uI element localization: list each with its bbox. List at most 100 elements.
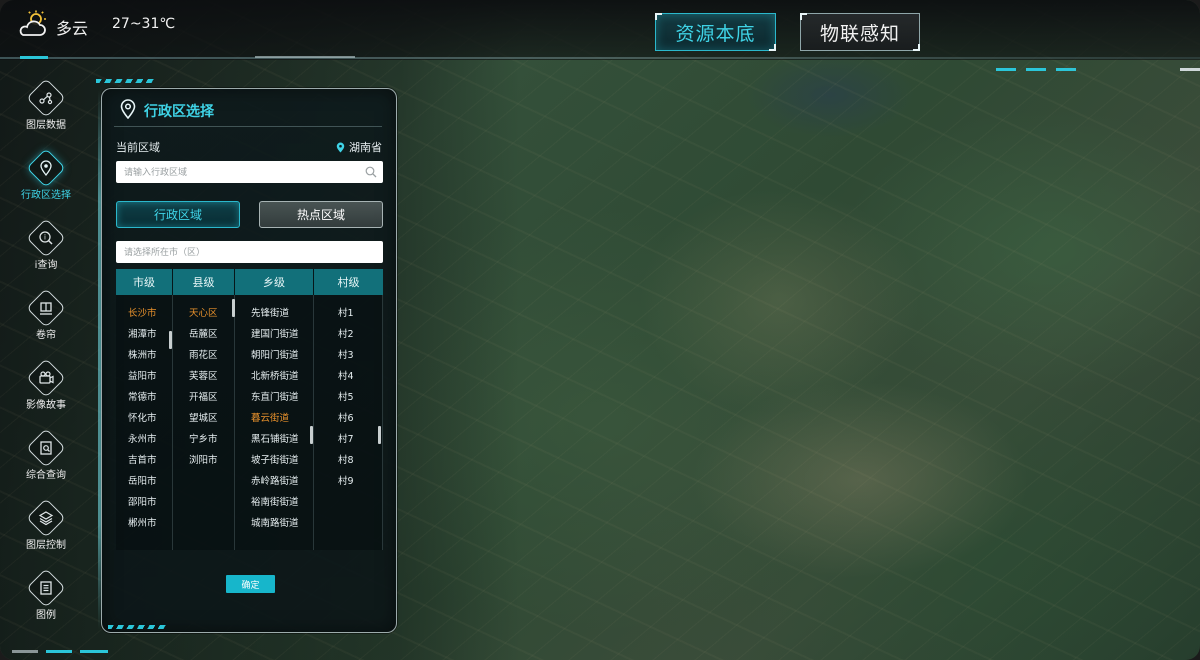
county-cell[interactable]: 宁乡市 <box>189 431 218 445</box>
town-cell[interactable]: 建国门街道 <box>251 326 299 340</box>
confirm-button[interactable]: 确定 <box>226 575 275 593</box>
village-column: 村1 村2 村3 村4 村5 村6 村7 村8 村9 <box>314 295 383 550</box>
tab-resource-base[interactable]: 资源本底 <box>655 13 776 51</box>
village-cell[interactable]: 村5 <box>338 389 354 403</box>
accent-strip <box>1180 68 1200 71</box>
town-cell[interactable]: 暮云街道 <box>251 410 289 424</box>
search-icon[interactable] <box>365 166 377 178</box>
sidebar-item-label: 影像故事 <box>26 400 66 411</box>
legend-icon <box>26 568 66 608</box>
accent-strip <box>12 650 38 653</box>
admin-region-button[interactable]: 行政区域 <box>116 201 240 228</box>
search-input[interactable]: 请输入行政区域 <box>116 161 383 183</box>
town-cell[interactable]: 赤岭路街道 <box>251 473 299 487</box>
town-cell[interactable]: 黑石铺街道 <box>251 431 299 445</box>
sidebar-item-image-story[interactable]: 影像故事 <box>0 354 92 418</box>
city-cell[interactable]: 怀化市 <box>128 410 157 424</box>
town-cell[interactable]: 裕南街街道 <box>251 494 299 508</box>
current-area: 湖南省 <box>336 139 382 155</box>
swipe-icon <box>26 288 66 328</box>
temperature-text: 27~31℃ <box>112 16 176 32</box>
sidebar-item-label: 综合查询 <box>26 470 66 481</box>
accent-strip <box>1056 68 1076 71</box>
village-cell[interactable]: 村4 <box>338 368 354 382</box>
city-scrollbar[interactable] <box>169 331 172 349</box>
panel-decoration <box>96 79 156 83</box>
layers-icon <box>26 498 66 538</box>
city-cell[interactable]: 常德市 <box>128 389 157 403</box>
city-select-input[interactable]: 请选择所在市（区） <box>116 241 383 263</box>
county-column: 天心区岳麓区雨花区芙蓉区开福区望城区宁乡市浏阳市 <box>173 295 235 550</box>
weather-text: 多云 <box>56 19 89 38</box>
sidebar-item-combined-query[interactable]: 综合查询 <box>0 424 92 488</box>
county-cell[interactable]: 雨花区 <box>189 347 218 361</box>
town-cell[interactable]: 先锋街道 <box>251 305 289 319</box>
accent-strip <box>80 650 108 653</box>
sidebar-item-label: 图层控制 <box>26 540 66 551</box>
city-cell[interactable]: 株洲市 <box>128 347 157 361</box>
hotspot-region-button[interactable]: 热点区域 <box>259 201 383 228</box>
title-divider <box>114 126 382 127</box>
accent-strip <box>255 56 355 58</box>
county-cell[interactable]: 开福区 <box>189 389 218 403</box>
city-select-placeholder: 请选择所在市（区） <box>124 247 206 257</box>
village-cell[interactable]: 村8 <box>338 452 354 466</box>
city-cell[interactable]: 永州市 <box>128 431 157 445</box>
village-cell[interactable]: 村1 <box>338 305 354 319</box>
sidebar-item-layer-data[interactable]: 图层数据 <box>0 74 92 138</box>
city-cell[interactable]: 邵阳市 <box>128 494 157 508</box>
sidebar-item-layer-control[interactable]: 图层控制 <box>0 494 92 558</box>
town-scrollbar[interactable] <box>310 426 313 444</box>
corner-decoration <box>769 44 776 51</box>
search-doc-icon <box>26 428 66 468</box>
town-cell[interactable]: 城南路街道 <box>251 515 299 529</box>
county-cell[interactable]: 浏阳市 <box>189 452 218 466</box>
panel-title: 行政区选择 <box>144 104 214 120</box>
column-header-county: 县级 <box>173 269 235 295</box>
town-cell[interactable]: 北新桥街道 <box>251 368 299 382</box>
village-cell[interactable]: 村2 <box>338 326 354 340</box>
city-cell[interactable]: 岳阳市 <box>128 473 157 487</box>
current-area-value: 湖南省 <box>349 141 382 154</box>
county-cell[interactable]: 望城区 <box>189 410 218 424</box>
tab-iot-perception[interactable]: 物联感知 <box>800 13 920 51</box>
sidebar-item-i-query[interactable]: i i查询 <box>0 214 92 278</box>
map-viewport[interactable]: 多云 27~31℃ 资源本底 物联感知 图层数据 行政区选择 i i查询 卷帘 … <box>0 0 1200 660</box>
sidebar-item-label: 行政区选择 <box>21 190 71 201</box>
city-cell[interactable]: 长沙市 <box>128 305 157 319</box>
town-cell[interactable]: 东直门街道 <box>251 389 299 403</box>
location-pin-icon <box>26 148 66 188</box>
county-cell[interactable]: 天心区 <box>189 305 218 319</box>
sidebar-item-label: 图层数据 <box>26 120 66 131</box>
sidebar-item-admin-select[interactable]: 行政区选择 <box>0 144 92 208</box>
county-cell[interactable]: 芙蓉区 <box>189 368 218 382</box>
sidebar-item-legend[interactable]: 图例 <box>0 564 92 628</box>
village-cell[interactable]: 村7 <box>338 431 354 445</box>
table-header: 市级 县级 乡级 村级 <box>116 269 383 295</box>
left-sidebar: 图层数据 行政区选择 i i查询 卷帘 影像故事 综合查询 图层控制 图例 <box>0 70 92 630</box>
city-column: 长沙市湘潭市株洲市益阳市常德市怀化市永州市吉首市岳阳市邵阳市郴州市 <box>116 295 173 550</box>
column-header-village: 村级 <box>337 276 360 289</box>
village-cell[interactable]: 村6 <box>338 410 354 424</box>
village-scrollbar[interactable] <box>378 426 381 444</box>
county-cell[interactable]: 岳麓区 <box>189 326 218 340</box>
county-scrollbar[interactable] <box>232 299 235 317</box>
sidebar-item-swipe[interactable]: 卷帘 <box>0 284 92 348</box>
admin-select-panel: 行政区选择 当前区域 湖南省 请输入行政区域 行政区域 热点区域 请选择所在市（… <box>101 88 397 633</box>
village-cell[interactable]: 村3 <box>338 347 354 361</box>
city-cell[interactable]: 湘潭市 <box>128 326 157 340</box>
corner-decoration <box>655 13 662 20</box>
city-cell[interactable]: 益阳市 <box>128 368 157 382</box>
layer-data-icon <box>26 78 66 118</box>
admin-division-table: 市级 县级 乡级 村级 长沙市湘潭市株洲市益阳市常德市怀化市永州市吉首市岳阳市邵… <box>116 269 383 550</box>
accent-strip <box>996 68 1016 71</box>
village-cell[interactable]: 村9 <box>338 473 354 487</box>
town-cell[interactable]: 朝阳门街道 <box>251 347 299 361</box>
city-cell[interactable]: 郴州市 <box>128 515 157 529</box>
partly-cloudy-icon <box>19 10 46 36</box>
camera-story-icon <box>26 358 66 398</box>
town-cell[interactable]: 坡子街街道 <box>251 452 299 466</box>
info-query-icon: i <box>26 218 66 258</box>
city-cell[interactable]: 吉首市 <box>128 452 157 466</box>
panel-decoration <box>108 625 168 629</box>
